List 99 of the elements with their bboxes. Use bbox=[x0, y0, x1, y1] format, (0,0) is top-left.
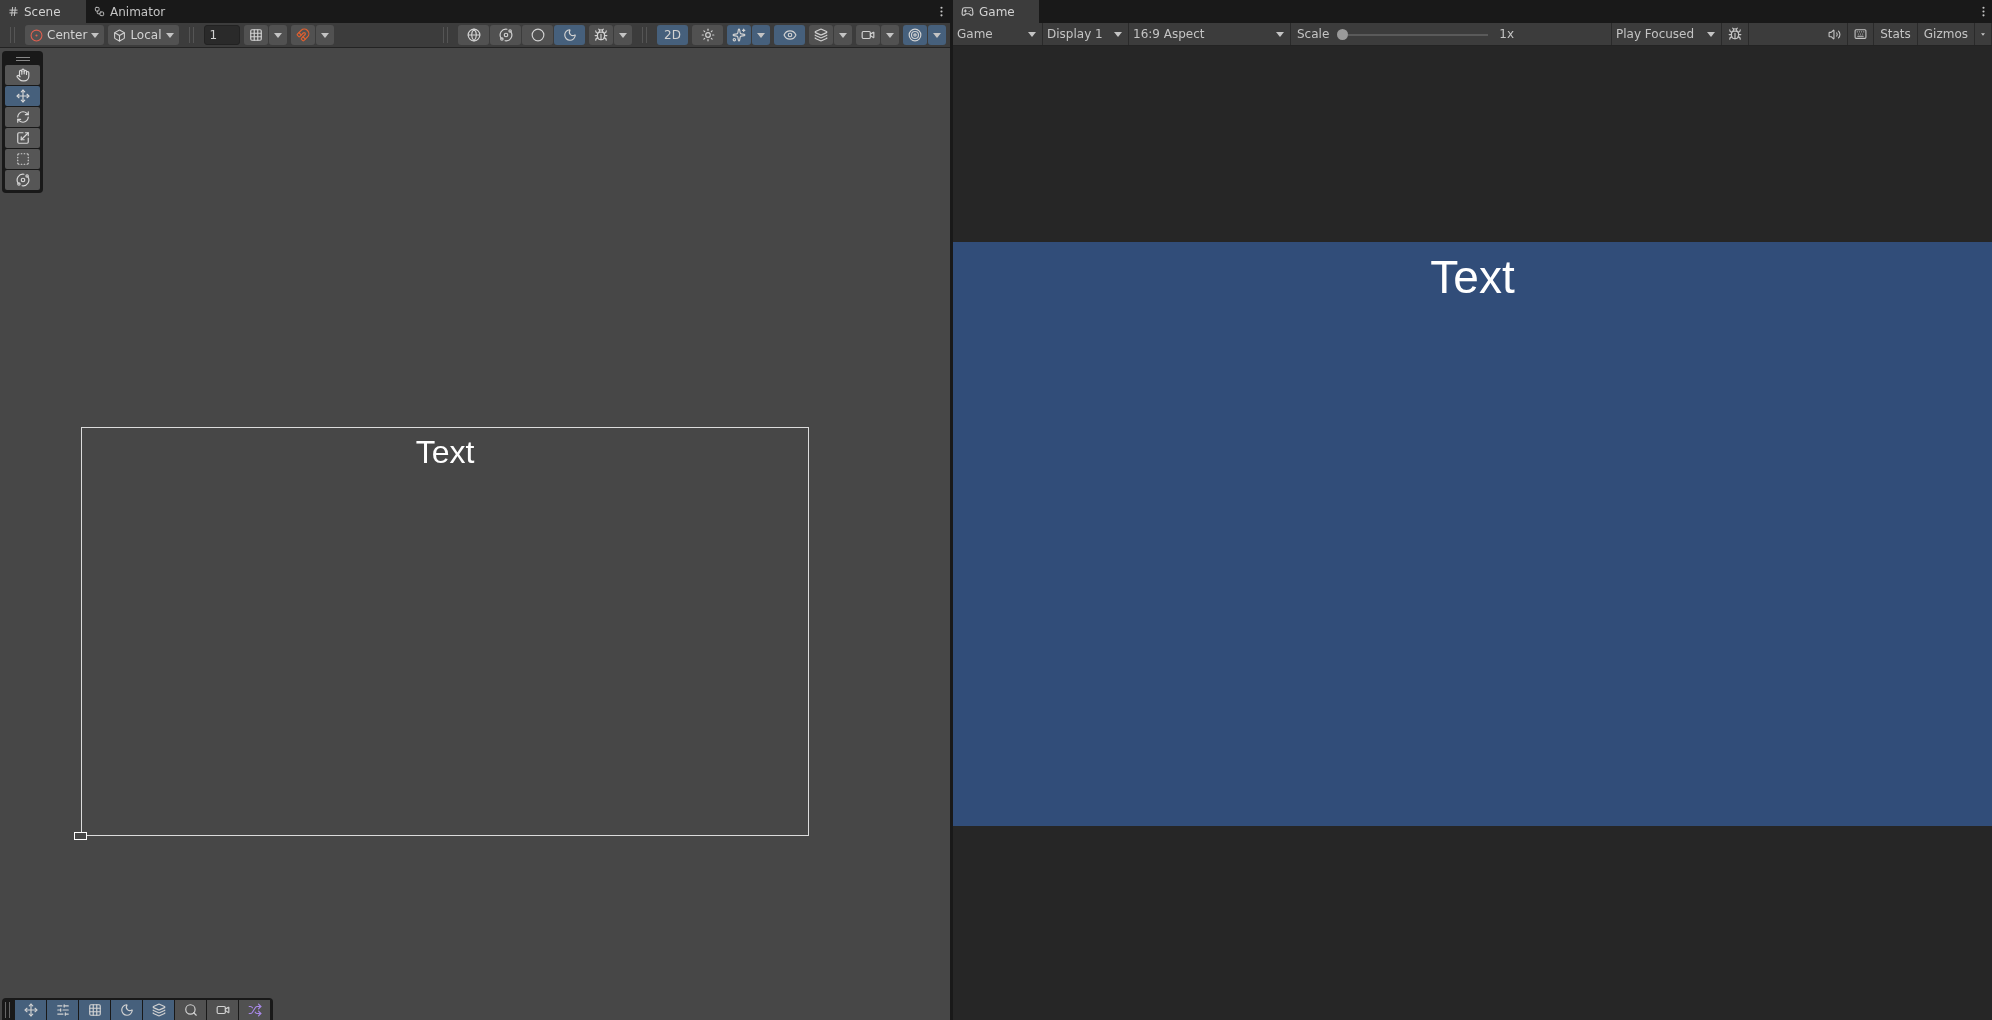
circle-icon bbox=[530, 28, 545, 42]
snap-button[interactable] bbox=[290, 25, 315, 45]
toolbar-toggle[interactable] bbox=[727, 25, 751, 45]
overlay-button[interactable] bbox=[79, 1000, 110, 1020]
overlay-button[interactable] bbox=[207, 1000, 238, 1020]
2d-toggle[interactable]: 2D bbox=[657, 25, 688, 45]
overlay-button[interactable] bbox=[143, 1000, 174, 1020]
debug-button[interactable] bbox=[589, 25, 613, 45]
tool-button[interactable] bbox=[5, 86, 40, 106]
canvas-text: Text bbox=[415, 434, 475, 472]
tab[interactable]: Game bbox=[953, 0, 1039, 23]
grid-step-field[interactable]: 1 bbox=[203, 25, 240, 45]
caret-icon bbox=[273, 32, 282, 38]
hand-icon bbox=[15, 68, 30, 82]
slider-thumb[interactable] bbox=[1337, 28, 1349, 40]
view-target-dropdown[interactable]: Game bbox=[953, 23, 1043, 45]
bug-icon bbox=[1728, 27, 1742, 41]
video-camera-icon bbox=[861, 28, 875, 42]
node-icon bbox=[94, 6, 105, 17]
play-mode-dropdown[interactable]: Play Focused bbox=[1612, 23, 1722, 45]
tab[interactable]: Animator bbox=[86, 0, 180, 23]
scale-icon bbox=[15, 131, 30, 145]
shading-button[interactable] bbox=[458, 25, 489, 45]
toolbar-toggle[interactable] bbox=[809, 25, 833, 45]
shuffle-icon bbox=[247, 1003, 262, 1017]
layers-icon bbox=[151, 1003, 166, 1017]
cube-icon bbox=[113, 28, 127, 42]
stats-button[interactable]: Stats bbox=[1874, 23, 1918, 45]
tool-button[interactable] bbox=[5, 107, 40, 127]
tool-button[interactable] bbox=[5, 128, 40, 148]
toolbar-toggle[interactable] bbox=[692, 25, 723, 45]
keyboard-icon bbox=[1854, 27, 1868, 41]
anchor-handle[interactable] bbox=[74, 832, 87, 840]
shading-button[interactable] bbox=[522, 25, 553, 45]
aspect-dropdown[interactable]: 16:9 Aspect bbox=[1129, 23, 1291, 45]
grid-snap-button[interactable] bbox=[243, 25, 268, 45]
toolbar-toggle[interactable] bbox=[856, 25, 880, 45]
overlay-button[interactable] bbox=[111, 1000, 142, 1020]
dropdown-button[interactable] bbox=[315, 25, 334, 45]
move-icon bbox=[15, 89, 30, 103]
magnet-icon bbox=[295, 28, 310, 42]
toolbar-toggle[interactable] bbox=[774, 25, 805, 45]
caret-icon bbox=[1276, 31, 1284, 37]
dropdown-button[interactable] bbox=[268, 25, 287, 45]
display-dropdown[interactable]: Display 1 bbox=[1043, 23, 1129, 45]
dropdown-button[interactable] bbox=[614, 25, 632, 45]
video-camera-icon bbox=[215, 1003, 230, 1017]
eye-icon bbox=[782, 28, 797, 42]
target-icon bbox=[908, 28, 922, 42]
search-icon bbox=[183, 1003, 198, 1017]
shading-button[interactable] bbox=[554, 25, 585, 45]
caret-icon bbox=[1028, 31, 1036, 37]
dropdown-button[interactable] bbox=[928, 25, 946, 45]
rect-icon bbox=[15, 152, 30, 166]
caret-icon bbox=[320, 32, 329, 38]
caret-icon bbox=[165, 32, 174, 38]
sun-icon bbox=[700, 28, 715, 42]
caret-icon bbox=[757, 32, 765, 38]
layers-icon bbox=[814, 28, 828, 42]
bug-icon bbox=[594, 28, 608, 42]
sparkles-icon bbox=[732, 28, 746, 42]
grid-icon bbox=[248, 28, 263, 42]
caret-icon bbox=[1707, 31, 1715, 37]
grid-icon bbox=[8, 6, 19, 17]
overlay-button[interactable] bbox=[239, 1000, 270, 1020]
tool-button[interactable] bbox=[5, 149, 40, 169]
overlay-button[interactable] bbox=[175, 1000, 206, 1020]
speaker-icon bbox=[1828, 27, 1842, 41]
caret-icon bbox=[839, 32, 847, 38]
crescent-icon bbox=[562, 28, 577, 42]
sliders-icon bbox=[55, 1003, 70, 1017]
tool-button[interactable] bbox=[5, 65, 40, 85]
space-dropdown[interactable]: Local bbox=[108, 25, 179, 45]
gamepad-icon bbox=[961, 5, 974, 18]
toolbar-toggle[interactable] bbox=[903, 25, 927, 45]
dropdown-button[interactable] bbox=[752, 25, 770, 45]
gizmos-button[interactable]: Gizmos bbox=[1917, 23, 1975, 45]
caret-icon bbox=[933, 32, 941, 38]
caret-icon bbox=[886, 32, 894, 38]
pivot-dropdown[interactable]: Center bbox=[25, 25, 105, 45]
scale-label: Scale bbox=[1296, 27, 1331, 41]
dropdown-button[interactable] bbox=[881, 25, 899, 45]
wireframe-icon bbox=[466, 28, 481, 42]
overlay-button[interactable] bbox=[47, 1000, 78, 1020]
rotate-icon bbox=[15, 110, 30, 124]
caret-icon bbox=[91, 32, 100, 38]
shading-button[interactable] bbox=[490, 25, 521, 45]
grid-icon bbox=[87, 1003, 102, 1017]
scale-value: 1x bbox=[1498, 27, 1516, 41]
caret-icon bbox=[1114, 31, 1122, 37]
move-icon bbox=[23, 1003, 38, 1017]
crescent-icon bbox=[119, 1003, 134, 1017]
game-text: Text bbox=[1430, 250, 1515, 305]
dropdown-button[interactable] bbox=[834, 25, 852, 45]
overlay-button[interactable] bbox=[15, 1000, 46, 1020]
tool-button[interactable] bbox=[5, 170, 40, 190]
pivot-icon bbox=[30, 28, 43, 42]
tab[interactable]: Scene bbox=[0, 0, 86, 23]
caret-icon bbox=[619, 32, 627, 38]
